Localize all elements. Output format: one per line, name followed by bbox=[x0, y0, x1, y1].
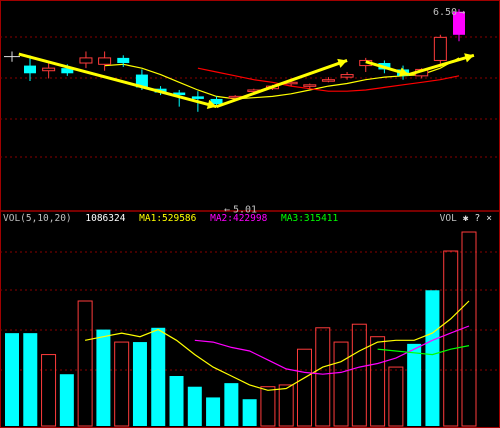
volume-bar bbox=[41, 354, 57, 427]
volume-mode-label[interactable]: VOL bbox=[440, 212, 457, 226]
volume-bar bbox=[114, 341, 130, 427]
volume-bar bbox=[23, 333, 38, 426]
volume-ma3: MA3:315411 bbox=[281, 213, 339, 224]
volume-panel[interactable] bbox=[5, 231, 477, 427]
candle bbox=[42, 63, 56, 79]
candle bbox=[79, 51, 93, 69]
volume-bar bbox=[351, 323, 367, 427]
candle bbox=[433, 34, 447, 67]
volume-bar bbox=[443, 250, 459, 427]
volume-bar bbox=[296, 348, 312, 427]
volume-ma-line-3 bbox=[377, 345, 470, 356]
candle-body bbox=[303, 84, 317, 87]
volume-bar bbox=[260, 386, 276, 427]
volume-bar bbox=[242, 399, 257, 426]
candle bbox=[359, 57, 373, 72]
volume-panel-controls: VOL ✱ ? × bbox=[440, 212, 492, 226]
candle-body bbox=[321, 79, 335, 82]
volume-bar bbox=[96, 329, 111, 426]
candle-body bbox=[117, 57, 130, 64]
candle bbox=[98, 51, 112, 71]
volume-bar bbox=[77, 300, 93, 427]
volume-bar bbox=[315, 327, 331, 427]
high-arrow-icon: → bbox=[459, 7, 465, 18]
uptrend-arrow bbox=[216, 58, 348, 109]
volume-bar bbox=[278, 384, 294, 427]
volume-bar bbox=[169, 376, 184, 426]
gear-icon[interactable]: ✱ bbox=[463, 212, 469, 226]
volume-bar bbox=[224, 383, 239, 426]
volume-bar bbox=[333, 341, 349, 427]
volume-bar bbox=[187, 386, 202, 426]
candle-body bbox=[191, 96, 204, 99]
candle bbox=[340, 72, 354, 80]
candle-body bbox=[24, 65, 36, 74]
volume-bar bbox=[407, 343, 422, 426]
volume-bar bbox=[59, 374, 74, 426]
volume-bar bbox=[151, 327, 166, 426]
candle-body bbox=[42, 67, 56, 72]
close-icon[interactable]: × bbox=[486, 212, 492, 226]
candle bbox=[321, 77, 335, 83]
volume-header: VOL(5,10,20) 1086324 MA1:529586 MA2:4229… bbox=[3, 212, 346, 226]
candle-body bbox=[79, 57, 93, 64]
volume-bar bbox=[5, 333, 19, 426]
volume-ma1: MA1:529586 bbox=[139, 213, 197, 224]
candle-body bbox=[340, 74, 354, 78]
volume-ma2: MA2:422998 bbox=[210, 213, 268, 224]
help-icon[interactable]: ? bbox=[475, 212, 481, 226]
volume-bar bbox=[132, 342, 147, 426]
volume-indicator-name: VOL(5,10,20) bbox=[3, 213, 72, 224]
volume-bar bbox=[425, 290, 440, 426]
trend-arrow-shaft bbox=[216, 59, 348, 109]
annotation-layer: 6.50 →← 5.01 bbox=[4, 7, 475, 215]
candle-body bbox=[98, 57, 112, 65]
candle-body bbox=[433, 36, 447, 61]
high-price-label: 6.50 bbox=[433, 7, 457, 18]
volume-bar bbox=[388, 366, 404, 427]
volume-bar bbox=[461, 231, 477, 427]
volume-bar bbox=[206, 397, 221, 426]
volume-value: 1086324 bbox=[85, 213, 126, 224]
